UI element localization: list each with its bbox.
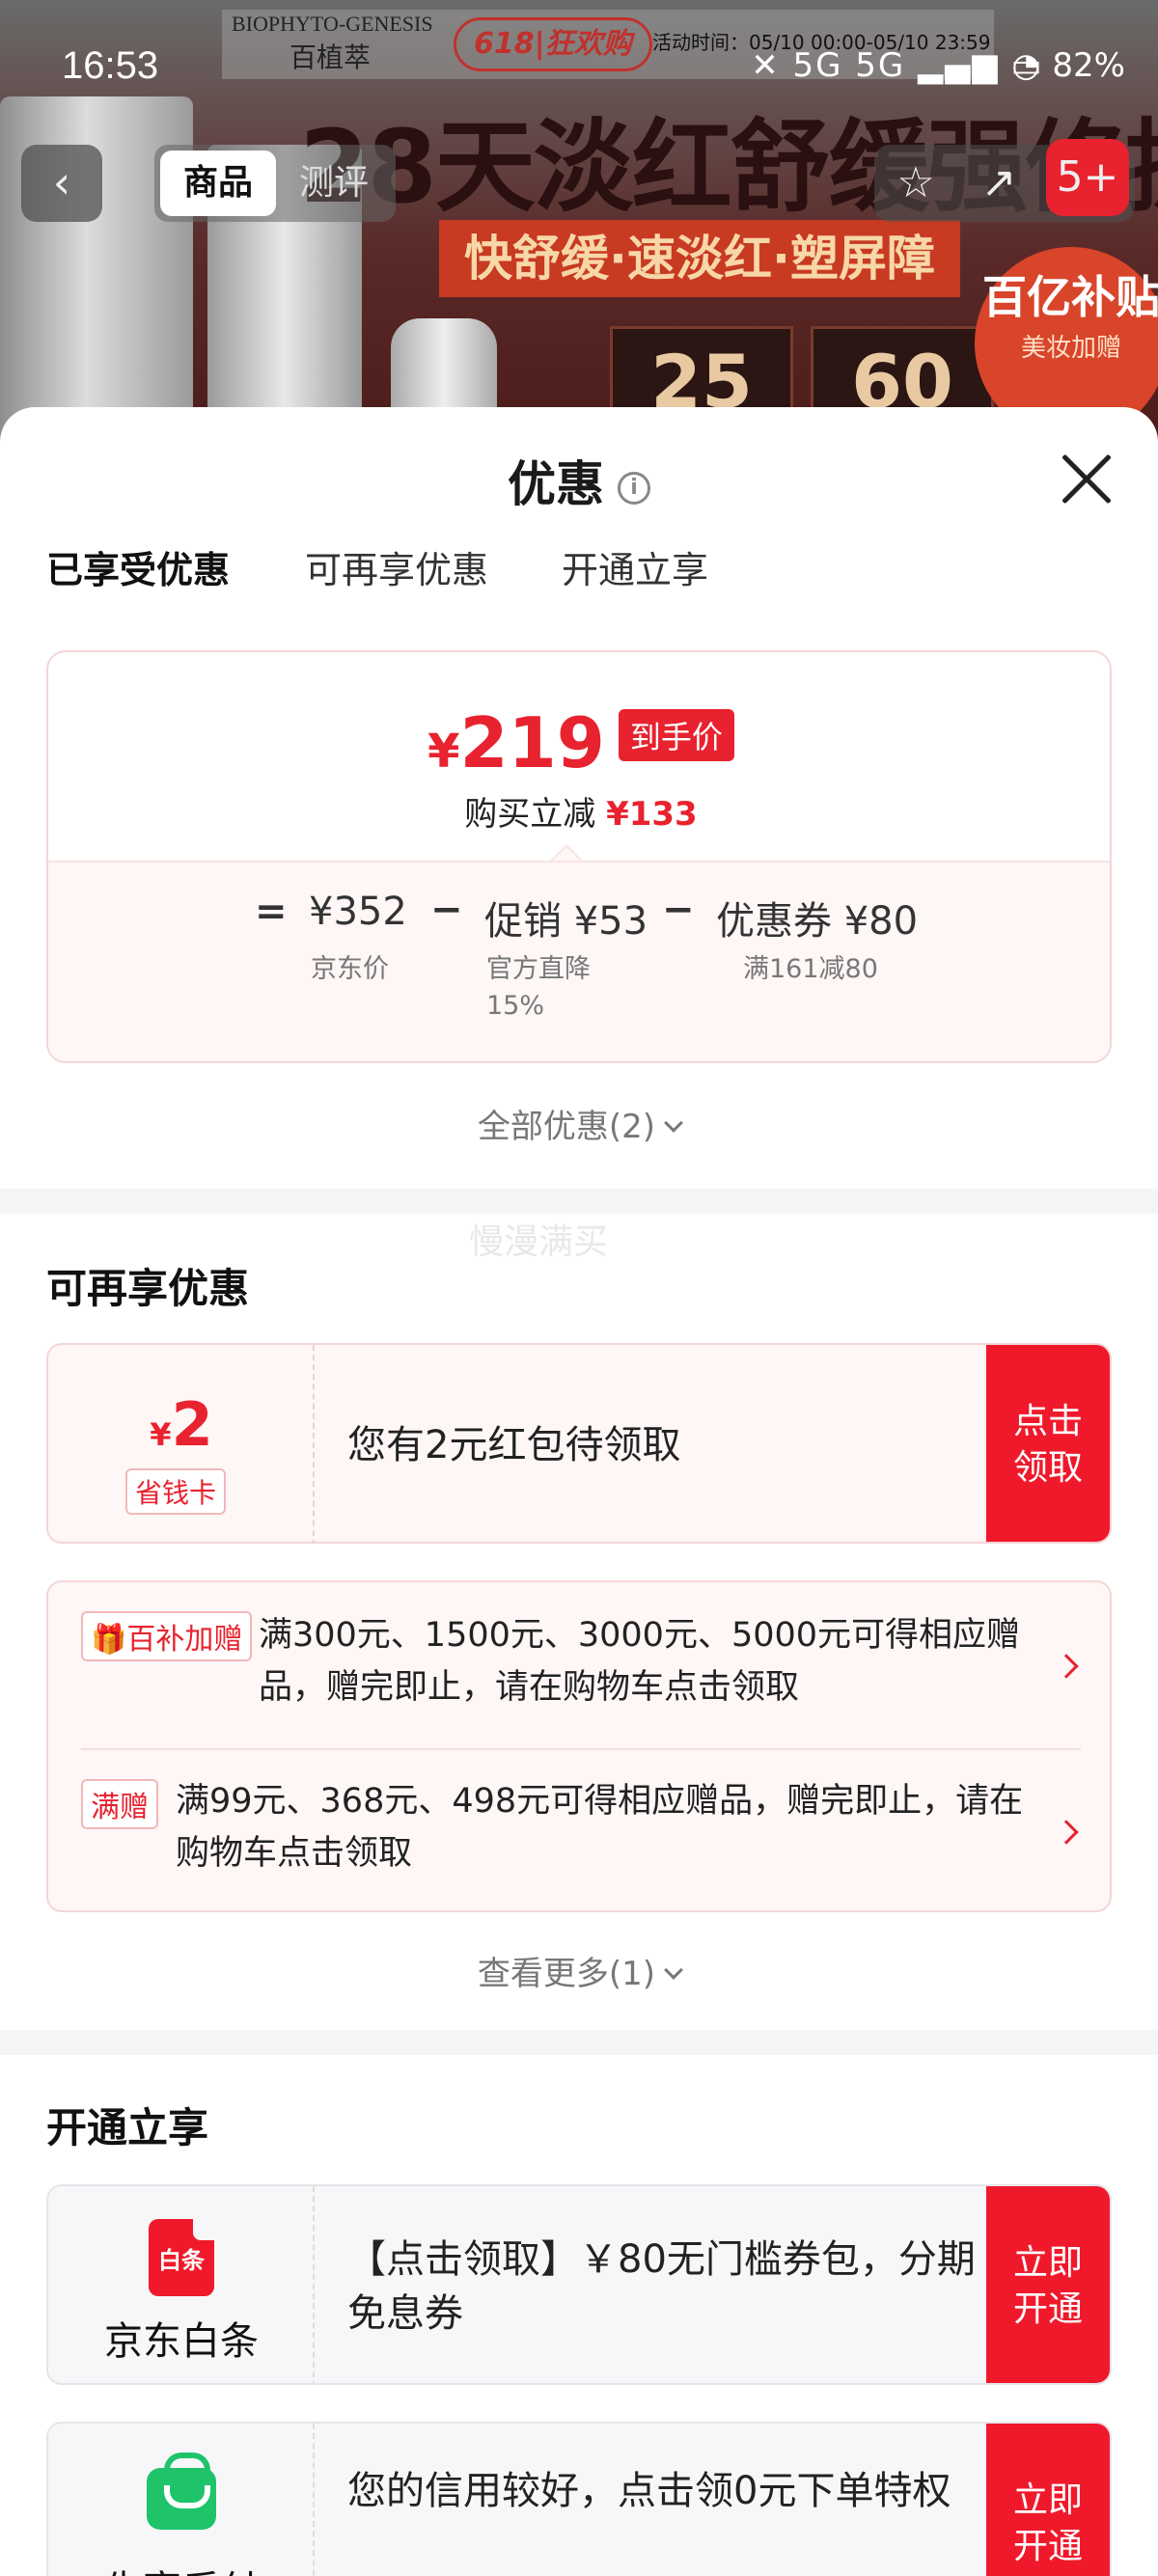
subsidy-main: 百亿补贴 [982, 271, 1158, 323]
tab-enjoyed[interactable]: 已享受优惠 [46, 540, 230, 593]
instant-save-amount: ¥133 [606, 795, 698, 834]
sheet-header: 优惠 i [0, 407, 1158, 513]
battery-level: 82% [1052, 46, 1125, 85]
discount-sheet: 优惠 i 已享受优惠 可再享优惠 开通立享 ¥219 到手价 购买立减 ¥133 =… [0, 407, 1158, 2576]
tab-more-available[interactable]: 可再享优惠 [305, 540, 488, 593]
sheet-title-text: 优惠 [508, 456, 604, 512]
chevron-right-icon [1054, 1820, 1079, 1845]
gift-text: 满300元、1500元、3000元、5000元可得相应赠品，赠完即止，请在购物车… [259, 1616, 1021, 1707]
promo-percent: 15% [486, 991, 545, 1021]
jd-price-label: 京东价 [311, 954, 389, 984]
section-title-more: 可再享优惠 [46, 1265, 250, 1312]
claim-button[interactable]: 点击领取 [986, 1345, 1110, 1542]
watermark: 慢漫满买 [469, 1222, 609, 1262]
pay-later-name: 先享后付 [48, 2559, 315, 2576]
instant-save: 购买立减 ¥133 [48, 787, 1110, 835]
coupon-value-number: 2 [171, 1389, 213, 1460]
share-icon[interactable]: ↗ [957, 145, 1040, 222]
close-icon[interactable] [1060, 452, 1114, 506]
currency-symbol: ¥ [150, 1416, 172, 1453]
chevron-down-icon [664, 1113, 683, 1133]
section-divider [0, 2030, 1158, 2055]
currency-symbol: ¥ [427, 725, 460, 779]
coupon-card: ¥2 省钱卡 您有2元红包待领取 点击领取 [46, 1343, 1112, 1544]
signal-icon: ✕ 5G 5G ▂▄▆ ◔ [751, 46, 1042, 85]
open-baitiao-button[interactable]: 立即开通 [986, 2186, 1110, 2383]
subsidy-sub: 美妆加赠 [1020, 334, 1121, 363]
coupon-text: 您有2元红包待领取 [347, 1423, 681, 1467]
battery-icon: ▭ 82% [1010, 46, 1125, 85]
message-badge: 5+ [1046, 139, 1129, 216]
minus-sign: − [662, 888, 695, 932]
network-label: 5G 5G [792, 46, 906, 85]
chevron-right-icon [1054, 1654, 1079, 1679]
promo-label: 官方直降 [486, 954, 591, 984]
product-tabs: 商品 测评 [154, 145, 396, 222]
coupon-left: ¥2 省钱卡 [48, 1345, 315, 1542]
see-more-link[interactable]: 查看更多(1) [0, 1947, 1158, 1994]
coupon-type: 省钱卡 [125, 1468, 227, 1515]
pay-later-card: 先享后付 您的信用较好，点击领0元下单特权 立即开通 [46, 2422, 1112, 2576]
gift-row[interactable]: 满赠 满99元、368元、498元可得相应赠品，赠完即止，请在购物车点击领取 [48, 1748, 1114, 1912]
info-icon[interactable]: i [618, 471, 650, 505]
all-discounts-label: 全部优惠(2) [477, 1108, 656, 1146]
gift-tag: 满赠 [81, 1779, 158, 1829]
baitiao-icon-label: 白条 [158, 2247, 205, 2274]
status-bar: 16:53 ✕ 5G 5G ▂▄▆ ◔ ▭ 82% [0, 0, 1158, 87]
banner-subline: 快舒缓·速淡红·塑屏障 [439, 220, 960, 297]
coupon-rule: 满161减80 [743, 954, 878, 984]
status-time: 16:53 [62, 44, 159, 87]
all-discounts-link[interactable]: 全部优惠(2) [0, 1100, 1158, 1147]
gift-icon: 🎁 [91, 1623, 127, 1657]
price-breakdown: = ¥352 京东价 − 促销 ¥53 官方直降 15% − 优惠券 ¥80 满… [48, 861, 1110, 1061]
back-button[interactable]: ‹ [21, 145, 102, 222]
final-price: ¥219 到手价 [48, 702, 1110, 783]
pay-later-text: 您的信用较好，点击领0元下单特权 [347, 2469, 951, 2513]
see-more-label: 查看更多(1) [477, 1955, 656, 1993]
instant-save-label: 购买立减 [464, 795, 596, 834]
star-icon[interactable]: ☆ [874, 145, 957, 222]
nav-actions: ☆↗⋯ 5+ [874, 139, 1135, 222]
section-title-open: 开通立享 [46, 2104, 209, 2151]
baitiao-name: 京东白条 [104, 2319, 259, 2364]
tab-review[interactable]: 测评 [299, 151, 369, 216]
coupon-amount: 优惠券 ¥80 [716, 899, 919, 944]
chevron-down-icon [664, 1960, 683, 1980]
pay-later-left: 先享后付 [48, 2424, 315, 2576]
open-pay-later-button[interactable]: 立即开通 [986, 2424, 1110, 2576]
final-price-tag: 到手价 [618, 709, 734, 761]
baitiao-icon: 白条 [149, 2219, 214, 2296]
gift-tag: 🎁百补加赠 [81, 1611, 253, 1661]
minus-sign: − [430, 888, 463, 932]
shopping-bag-icon [147, 2453, 216, 2530]
gift-row[interactable]: 🎁百补加赠 满300元、1500元、3000元、5000元可得相应赠品，赠完即止… [48, 1582, 1114, 1746]
final-price-value: 219 [459, 702, 605, 783]
section-divider [0, 1189, 1158, 1214]
sheet-title: 优惠 i [0, 446, 1158, 515]
tab-goods[interactable]: 商品 [160, 151, 276, 216]
coupon-value: ¥2 [48, 1389, 315, 1460]
baitiao-text: 【点击领取】￥80无门槛券包，分期免息券 [347, 2237, 976, 2336]
tab-open-now[interactable]: 开通立享 [562, 540, 708, 593]
product-nav: ‹ 商品 测评 ☆↗⋯ 5+ [0, 139, 1158, 222]
gift-text: 满99元、368元、498元可得相应赠品，赠完即止，请在购物车点击领取 [176, 1782, 1024, 1873]
price-summary-card: ¥219 到手价 购买立减 ¥133 = ¥352 京东价 − 促销 ¥53 官方… [46, 650, 1112, 1063]
baitiao-left: 白条 京东白条 [48, 2186, 315, 2383]
chevron-left-icon: ‹ [52, 156, 71, 208]
equals-sign: = [255, 890, 288, 934]
baitiao-card: 白条 京东白条 【点击领取】￥80无门槛券包，分期免息券 立即开通 [46, 2184, 1112, 2385]
gift-card: 🎁百补加赠 满300元、1500元、3000元、5000元可得相应赠品，赠完即止… [46, 1580, 1112, 1912]
gift-tag-label: 百补加赠 [126, 1623, 243, 1657]
promo-amount: 促销 ¥53 [484, 899, 648, 944]
discount-tabs: 已享受优惠 可再享优惠 开通立享 [0, 513, 1158, 600]
jd-price: ¥352 [309, 890, 407, 934]
